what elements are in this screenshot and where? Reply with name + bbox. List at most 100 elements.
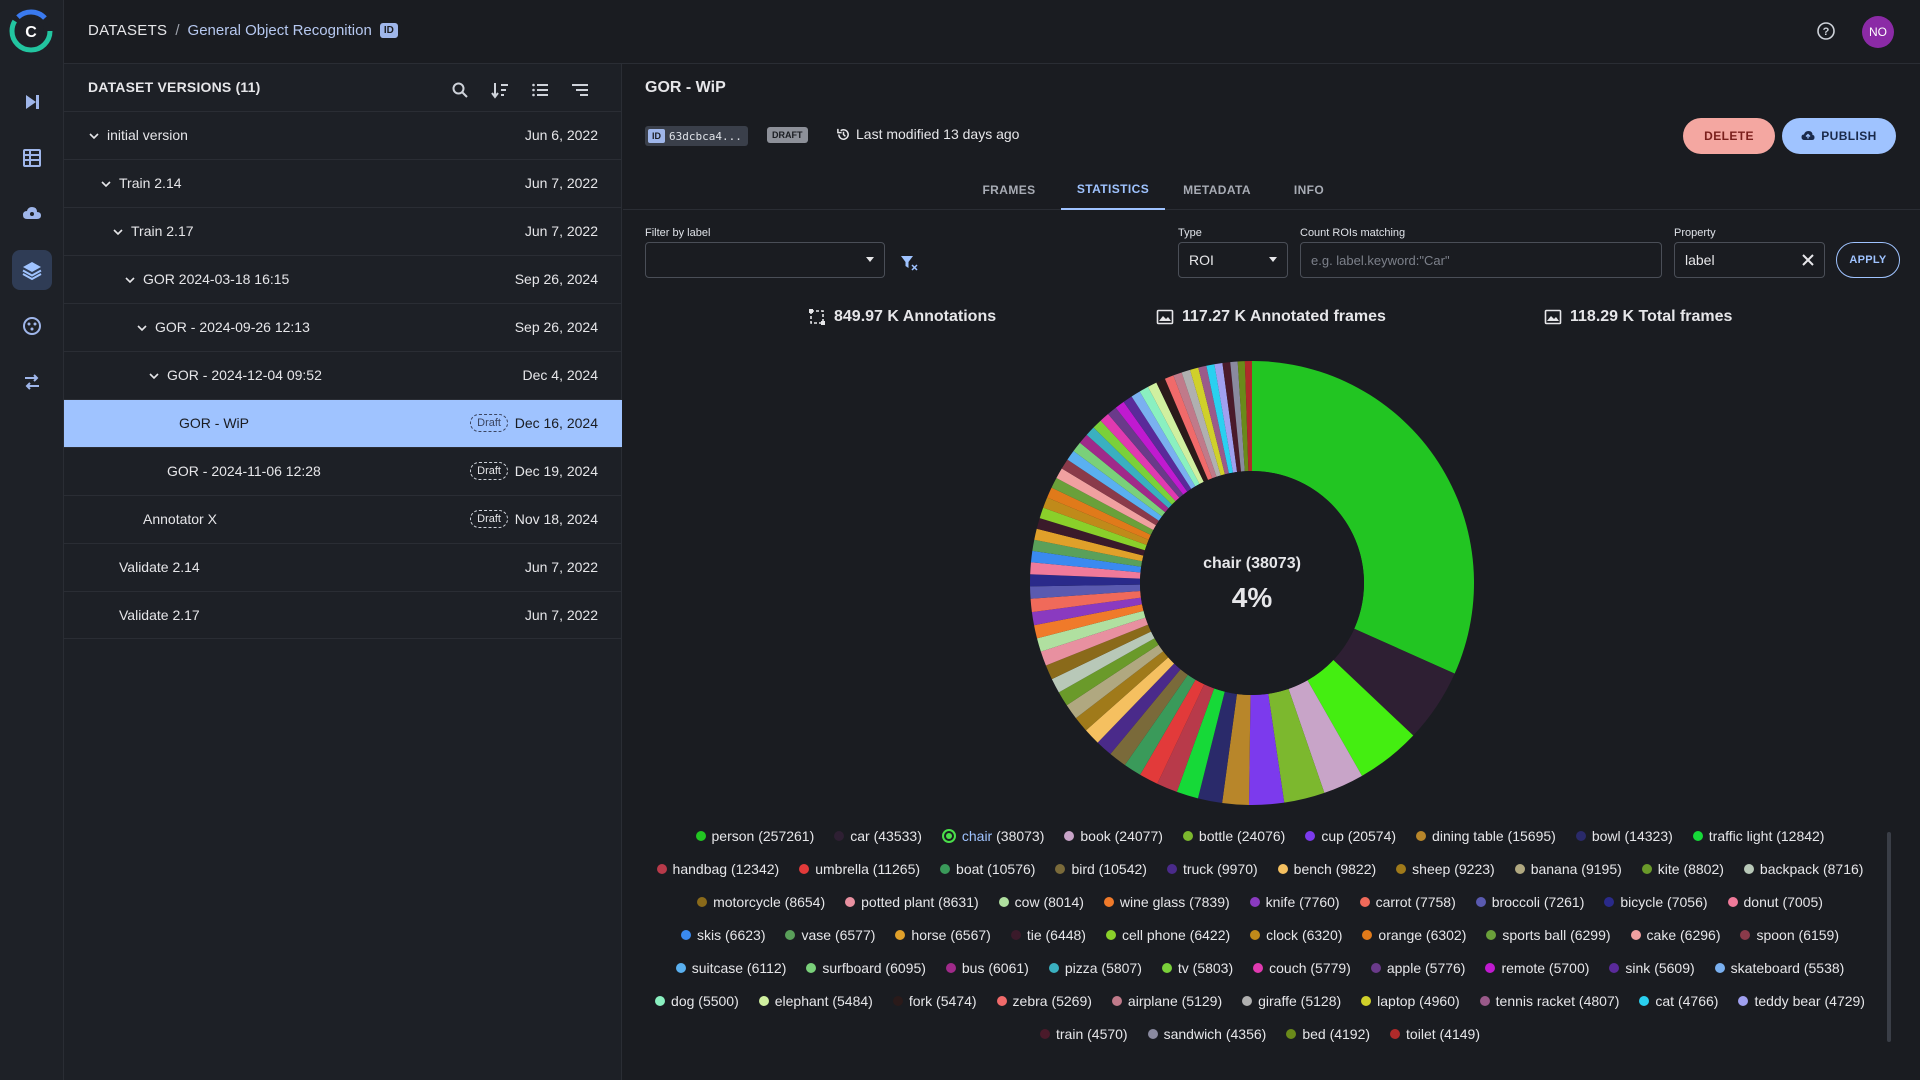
legend-item[interactable]: bus (6061) xyxy=(945,958,1029,978)
legend-item[interactable]: horse (6567) xyxy=(895,925,991,945)
legend-item[interactable]: broccoli (7261) xyxy=(1475,892,1584,912)
legend-item[interactable]: airplane (5129) xyxy=(1111,991,1222,1011)
legend-item[interactable]: person (257261) xyxy=(695,826,814,846)
legend-item[interactable]: kite (8802) xyxy=(1641,859,1724,879)
legend-item[interactable]: traffic light (12842) xyxy=(1692,826,1824,846)
legend-item[interactable]: sports ball (6299) xyxy=(1486,925,1611,945)
legend-item[interactable]: bicycle (7056) xyxy=(1604,892,1708,912)
legend-item[interactable]: giraffe (5128) xyxy=(1242,991,1341,1011)
legend-item[interactable]: cow (8014) xyxy=(998,892,1084,912)
dataset-id-badge[interactable]: ID xyxy=(379,23,398,38)
legend-item[interactable]: dog (5500) xyxy=(655,991,739,1011)
legend-item[interactable]: handbag (12342) xyxy=(656,859,779,879)
legend-item[interactable]: sheep (9223) xyxy=(1396,859,1495,879)
search-button[interactable] xyxy=(448,78,472,102)
filter-by-label-select[interactable] xyxy=(645,242,885,278)
legend-item[interactable]: car (43533) xyxy=(834,826,922,846)
legend-item[interactable]: tv (5803) xyxy=(1161,958,1233,978)
version-row[interactable]: GOR - 2024-11-06 12:28 Draft Dec 19, 2024 xyxy=(64,447,622,495)
legend-item[interactable]: teddy bear (4729) xyxy=(1738,991,1865,1011)
filter-icon[interactable] xyxy=(900,254,918,272)
breadcrumb-dataset-name[interactable]: General Object Recognition xyxy=(188,22,372,39)
nav-dataset-versions[interactable] xyxy=(12,250,52,290)
legend-item[interactable]: train (4570) xyxy=(1040,1024,1128,1044)
sort-button[interactable] xyxy=(488,78,512,102)
clear-icon[interactable] xyxy=(1800,252,1816,268)
chevron-down-icon[interactable] xyxy=(148,370,160,382)
legend-item[interactable]: cake (6296) xyxy=(1630,925,1720,945)
legend-item[interactable]: vase (6577) xyxy=(785,925,875,945)
user-avatar[interactable]: NO xyxy=(1862,16,1894,48)
legend-item[interactable]: boat (10576) xyxy=(940,859,1035,879)
legend-item[interactable]: tie (6448) xyxy=(1010,925,1086,945)
legend-item[interactable]: donut (7005) xyxy=(1727,892,1823,912)
legend-item[interactable]: truck (9970) xyxy=(1166,859,1258,879)
version-row[interactable]: initial version Jun 6, 2022 xyxy=(64,111,622,159)
apply-button[interactable]: APPLY xyxy=(1836,242,1900,278)
tab-metadata[interactable]: METADATA xyxy=(1165,170,1269,210)
legend-item[interactable]: toilet (4149) xyxy=(1390,1024,1480,1044)
nav-orchestration[interactable] xyxy=(12,82,52,122)
legend-item[interactable]: bowl (14323) xyxy=(1575,826,1673,846)
legend-item[interactable]: bed (4192) xyxy=(1286,1024,1370,1044)
chevron-down-icon[interactable] xyxy=(112,226,124,238)
legend-item[interactable]: orange (6302) xyxy=(1362,925,1466,945)
version-row[interactable]: Validate 2.14 Jun 7, 2022 xyxy=(64,543,622,591)
legend-item[interactable]: knife (7760) xyxy=(1249,892,1340,912)
legend-item[interactable]: potted plant (8631) xyxy=(845,892,979,912)
legend-item[interactable]: backpack (8716) xyxy=(1743,859,1863,879)
legend-item[interactable]: motorcycle (8654) xyxy=(697,892,825,912)
legend-item[interactable]: cell phone (6422) xyxy=(1105,925,1230,945)
legend-item[interactable]: laptop (4960) xyxy=(1361,991,1460,1011)
legend-item[interactable]: book (24077) xyxy=(1064,826,1163,846)
legend-item[interactable]: sink (5609) xyxy=(1609,958,1695,978)
version-row[interactable]: GOR - 2024-12-04 09:52 Dec 4, 2024 xyxy=(64,351,622,399)
legend-item[interactable]: cat (4766) xyxy=(1639,991,1718,1011)
delete-button[interactable]: DELETE xyxy=(1683,118,1775,154)
version-row[interactable]: GOR - 2024-09-26 12:13 Sep 26, 2024 xyxy=(64,303,622,351)
legend-item[interactable]: couch (5779) xyxy=(1253,958,1351,978)
legend-item[interactable]: skateboard (5538) xyxy=(1714,958,1844,978)
legend-item[interactable]: skis (6623) xyxy=(681,925,765,945)
legend-item[interactable]: pizza (5807) xyxy=(1048,958,1142,978)
list-view-button[interactable] xyxy=(528,78,552,102)
type-select[interactable]: ROI xyxy=(1178,242,1288,278)
version-row[interactable]: Train 2.17 Jun 7, 2022 xyxy=(64,207,622,255)
legend-item[interactable]: umbrella (11265) xyxy=(799,859,920,879)
legend-item[interactable]: spoon (6159) xyxy=(1740,925,1839,945)
legend-scrollbar[interactable] xyxy=(1887,832,1891,1042)
version-id-chip[interactable]: ID 63dcbca4... xyxy=(645,126,748,146)
property-input[interactable]: label xyxy=(1674,242,1825,278)
legend-item[interactable]: carrot (7758) xyxy=(1359,892,1456,912)
legend-item[interactable]: elephant (5484) xyxy=(758,991,873,1011)
count-rois-input[interactable]: e.g. label.keyword:"Car" xyxy=(1300,242,1662,278)
legend-item[interactable]: tennis racket (4807) xyxy=(1479,991,1619,1011)
legend-item[interactable]: bench (9822) xyxy=(1277,859,1376,879)
chevron-down-icon[interactable] xyxy=(100,178,112,190)
nav-models[interactable] xyxy=(12,306,52,346)
legend-item[interactable]: clock (6320) xyxy=(1250,925,1342,945)
nav-datasets-table[interactable] xyxy=(12,138,52,178)
tab-statistics[interactable]: STATISTICS xyxy=(1061,170,1165,210)
legend-item[interactable]: cup (20574) xyxy=(1305,826,1396,846)
nav-cloud[interactable] xyxy=(12,194,52,234)
legend-item[interactable]: bottle (24076) xyxy=(1182,826,1285,846)
nav-pipelines[interactable] xyxy=(12,362,52,402)
legend-item[interactable]: wine glass (7839) xyxy=(1103,892,1230,912)
version-row[interactable]: GOR 2024-03-18 16:15 Sep 26, 2024 xyxy=(64,255,622,303)
legend-item[interactable]: chair (38073) xyxy=(941,826,1044,846)
legend-item[interactable]: remote (5700) xyxy=(1485,958,1589,978)
legend-item[interactable]: apple (5776) xyxy=(1370,958,1465,978)
legend-item[interactable]: zebra (5269) xyxy=(996,991,1092,1011)
tree-view-button[interactable] xyxy=(568,78,592,102)
legend-item[interactable]: surfboard (6095) xyxy=(806,958,926,978)
chevron-down-icon[interactable] xyxy=(124,274,136,286)
version-row[interactable]: Validate 2.17 Jun 7, 2022 xyxy=(64,591,622,639)
chevron-down-icon[interactable] xyxy=(136,322,148,334)
legend-item[interactable]: dining table (15695) xyxy=(1416,826,1556,846)
version-row[interactable]: Train 2.14 Jun 7, 2022 xyxy=(64,159,622,207)
help-icon[interactable]: ? xyxy=(1816,21,1836,41)
legend-item[interactable]: banana (9195) xyxy=(1514,859,1622,879)
tab-frames[interactable]: FRAMES xyxy=(957,170,1061,210)
legend-item[interactable]: bird (10542) xyxy=(1055,859,1147,879)
